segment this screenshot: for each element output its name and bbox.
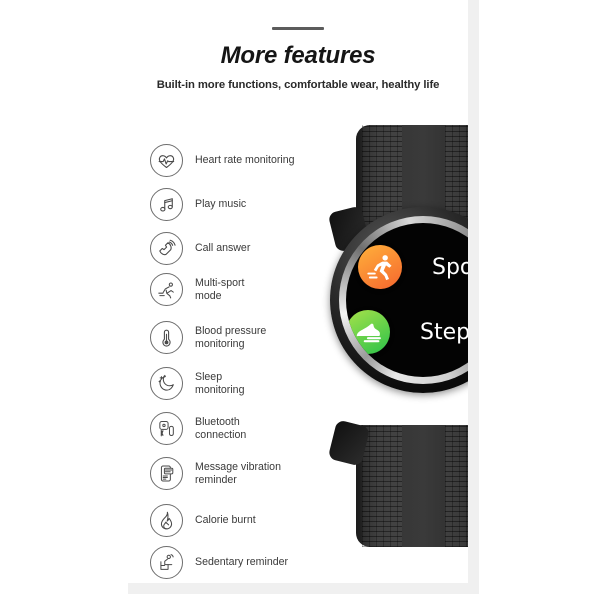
sneaker-icon: [346, 310, 390, 354]
watch-menu-item-step[interactable]: Step: [346, 310, 468, 354]
page-gutter-bottom: [128, 583, 479, 594]
watch-menu-item-sport[interactable]: Sport: [358, 245, 468, 289]
page-title: More features: [220, 42, 376, 69]
feature-item-sedentary-reminder[interactable]: Sedentary reminder: [150, 546, 288, 579]
feature-label: Sleep monitoring: [195, 370, 245, 396]
watch-menu-item-sleep[interactable]: z z Sleep: [358, 374, 468, 377]
heart-rate-icon: [150, 144, 183, 177]
page-gutter-right: [468, 0, 479, 594]
smartwatch-image: Sport: [327, 125, 468, 547]
feature-label: Blood pressure monitoring: [195, 324, 267, 350]
page-subtitle: Built-in more functions, comfortable wea…: [156, 79, 440, 91]
watch-menu-label: Sport: [432, 254, 468, 280]
feature-label: Play music: [195, 198, 247, 211]
watch-case: Sport: [330, 207, 468, 393]
feature-item-calorie-burnt[interactable]: Calorie burnt: [150, 504, 256, 537]
phone-message-icon: [150, 457, 183, 490]
feature-item-sleep-monitoring[interactable]: Sleep monitoring: [150, 367, 244, 400]
feature-label: Heart rate monitoring: [195, 154, 295, 167]
feature-item-bluetooth-connection[interactable]: Bluetooth connection: [150, 412, 246, 445]
sleep-moon-icon: z z: [358, 374, 402, 377]
band-texture-left: [362, 425, 402, 547]
bluetooth-icon: [150, 412, 183, 445]
phone-call-icon: [150, 232, 183, 265]
feature-label: Sedentary reminder: [195, 556, 289, 569]
watch-menu: Sport: [346, 223, 468, 377]
running-icon: [358, 245, 402, 289]
feature-item-message-vibration[interactable]: Message vibration reminder: [150, 457, 281, 490]
watch-menu-label: Step: [420, 319, 468, 345]
screenshot-root: More features Built-in more functions, c…: [0, 0, 600, 600]
feature-item-blood-pressure[interactable]: Blood pressure monitoring: [150, 321, 266, 354]
flame-icon: [150, 504, 183, 537]
feature-label: Call answer: [195, 242, 251, 255]
runner-icon: [150, 273, 183, 306]
watch-bezel: Sport: [339, 216, 468, 384]
feature-item-call-answer[interactable]: Call answer: [150, 232, 250, 265]
music-note-icon: [150, 188, 183, 221]
feature-item-heart-rate[interactable]: Heart rate monitoring: [150, 144, 295, 177]
feature-label: Calorie burnt: [195, 514, 256, 527]
watch-screen: Sport: [346, 223, 468, 377]
title-divider: [272, 27, 324, 30]
moon-stars-icon: [150, 367, 183, 400]
feature-item-play-music[interactable]: Play music: [150, 188, 246, 221]
feature-label: Bluetooth connection: [195, 415, 247, 441]
feature-card: More features Built-in more functions, c…: [128, 0, 468, 583]
thermometer-icon: [150, 321, 183, 354]
feature-label: Multi-sport mode: [195, 276, 245, 302]
watch-band-bottom: [356, 425, 468, 547]
band-texture-right: [445, 425, 468, 547]
sitting-person-icon: [150, 546, 183, 579]
feature-label: Message vibration reminder: [195, 460, 281, 486]
feature-item-multi-sport-mode[interactable]: Multi-sport mode: [150, 273, 244, 306]
